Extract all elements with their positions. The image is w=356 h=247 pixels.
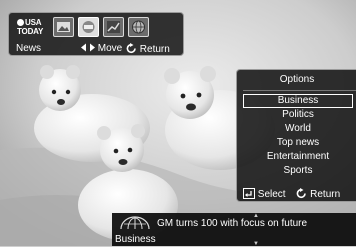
return-icon [296,188,307,199]
enter-icon [243,188,255,199]
ticker-category: Business [115,234,156,245]
option-item-business[interactable]: Business [243,94,353,108]
ticker-headline[interactable]: GM turns 100 with focus on future [157,218,307,230]
photos-widget-tile[interactable] [53,17,74,37]
usa-today-logo: USA TODAY [17,18,44,36]
usa-today-widget-icon [82,21,95,33]
options-title: Options [279,74,315,85]
widget-bar: USA TODAY News Move Return [8,12,184,56]
left-right-arrows-icon [81,43,95,52]
category-label: News [16,43,42,54]
select-label: Select [257,189,286,200]
options-divider [243,90,356,91]
options-footer: Select Return [243,188,355,202]
globe-arc-icon [120,216,150,230]
scroll-down-icon[interactable]: ▼ [253,241,259,247]
return-icon [126,43,136,54]
stocks-icon [107,21,120,33]
move-hint: Move [81,43,122,54]
news-ticker: ▲ GM turns 100 with focus on future Busi… [112,213,356,247]
option-item-politics[interactable]: Politics [243,108,353,122]
stocks-widget-tile[interactable] [103,17,124,37]
option-item-world[interactable]: World [243,122,353,136]
move-hint-label: Move [97,43,123,54]
option-item-top-news[interactable]: Top news [243,136,353,150]
photos-icon [57,22,70,32]
globe-icon [132,20,145,34]
globe-widget-tile[interactable] [128,17,149,37]
return-hint-label: Return [139,44,170,55]
return-button[interactable]: Return [296,188,341,200]
options-list: Business Politics World Top news Enterta… [243,94,353,178]
usa-today-widget-tile[interactable] [78,17,99,37]
return-label: Return [310,189,341,200]
select-button[interactable]: Select [243,188,288,200]
return-hint[interactable]: Return [126,43,170,55]
options-panel: Options Business Politics World Top news… [236,69,356,202]
option-item-sports[interactable]: Sports [243,164,353,178]
option-item-entertainment[interactable]: Entertainment [243,150,353,164]
